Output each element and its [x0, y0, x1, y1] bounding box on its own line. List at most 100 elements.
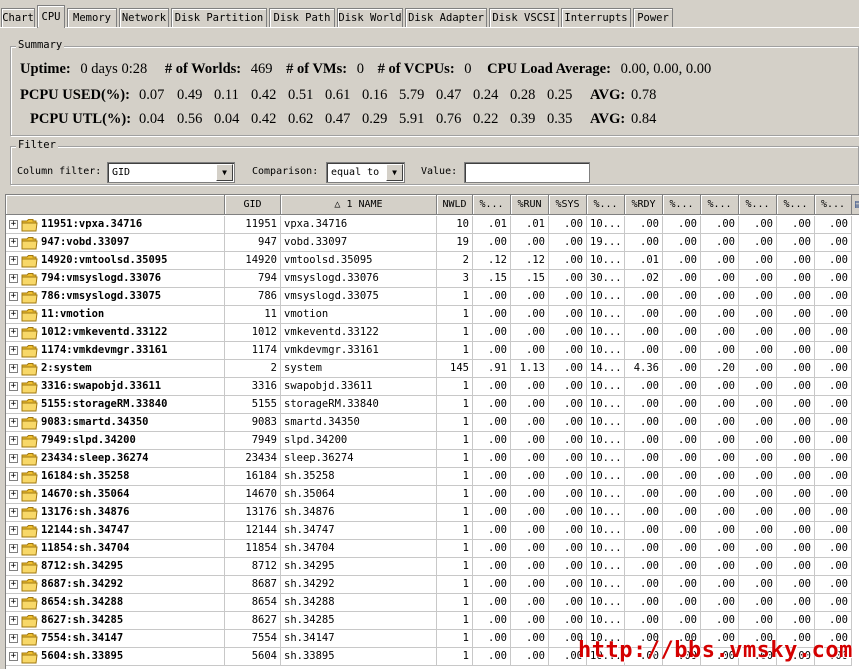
group-tree-cell[interactable]: +947:vobd.33097	[6, 234, 225, 252]
group-tree-cell[interactable]: +11951:vpxa.34716	[6, 216, 225, 234]
plus-expander-icon[interactable]: +	[9, 472, 18, 481]
plus-expander-icon[interactable]: +	[9, 238, 18, 247]
plus-expander-icon[interactable]: +	[9, 436, 18, 445]
plus-expander-icon[interactable]: +	[9, 526, 18, 535]
plus-expander-icon[interactable]: +	[9, 364, 18, 373]
table-row[interactable]: +11854:sh.34704 11854 sh.34704 1.00.00.00 10…	[6, 540, 859, 558]
group-tree-cell[interactable]: +5155:storageRM.33840	[6, 396, 225, 414]
table-row[interactable]: +12144:sh.34747 12144 sh.34747 1.00.00.00 10…	[6, 522, 859, 540]
column-header-1[interactable]: GID	[225, 195, 281, 215]
table-row[interactable]: +786:vmsyslogd.33075 786 vmsyslogd.33075 1.…	[6, 288, 859, 306]
table-row[interactable]: +2:system 2 system 145.91 1.13.00 14... 4.36.0…	[6, 360, 859, 378]
group-tree-cell[interactable]: +8654:sh.34288	[6, 594, 225, 612]
table-row[interactable]: +14670:sh.35064 14670 sh.35064 1.00.00.00 10…	[6, 486, 859, 504]
column-header-13[interactable]: %...	[815, 195, 852, 215]
tab-disk-path[interactable]: Disk Path	[269, 8, 335, 28]
group-tree-cell[interactable]: +11:vmotion	[6, 306, 225, 324]
tab-network[interactable]: Network	[119, 8, 169, 28]
group-tree-cell[interactable]: +2:system	[6, 360, 225, 378]
column-header-9[interactable]: %...	[663, 195, 701, 215]
group-tree-cell[interactable]: +23434:sleep.36274	[6, 450, 225, 468]
plus-expander-icon[interactable]: +	[9, 328, 18, 337]
tab-disk-partition[interactable]: Disk Partition	[171, 8, 267, 28]
group-tree-cell[interactable]: +13176:sh.34876	[6, 504, 225, 522]
plus-expander-icon[interactable]: +	[9, 274, 18, 283]
group-tree-cell[interactable]: +8687:sh.34292	[6, 576, 225, 594]
group-tree-cell[interactable]: +786:vmsyslogd.33075	[6, 288, 225, 306]
table-row[interactable]: +13176:sh.34876 13176 sh.34876 1.00.00.00 10…	[6, 504, 859, 522]
table-row[interactable]: +3316:swapobjd.33611 3316 swapobjd.33611 1.…	[6, 378, 859, 396]
plus-expander-icon[interactable]: +	[9, 454, 18, 463]
plus-expander-icon[interactable]: +	[9, 400, 18, 409]
value-input[interactable]	[464, 162, 590, 183]
tab-chart[interactable]: Chart	[1, 8, 35, 28]
table-row[interactable]: +794:vmsyslogd.33076 794 vmsyslogd.33076 3.…	[6, 270, 859, 288]
group-tree-cell[interactable]: +1174:vmkdevmgr.33161	[6, 342, 225, 360]
table-row[interactable]: +8687:sh.34292 8687 sh.34292 1.00.00.00 10..…	[6, 576, 859, 594]
plus-expander-icon[interactable]: +	[9, 382, 18, 391]
group-tree-cell[interactable]: +1012:vmkeventd.33122	[6, 324, 225, 342]
plus-expander-icon[interactable]: +	[9, 490, 18, 499]
group-tree-cell[interactable]: +14670:sh.35064	[6, 486, 225, 504]
plus-expander-icon[interactable]: +	[9, 508, 18, 517]
group-tree-cell[interactable]: +16184:sh.35258	[6, 468, 225, 486]
table-row[interactable]: +11:vmotion 11 vmotion 1.00.00.00 10... .00.0…	[6, 306, 859, 324]
tab-disk-vscsi[interactable]: Disk VSCSI	[489, 8, 559, 28]
group-tree-cell[interactable]: +8627:sh.34285	[6, 612, 225, 630]
column-header-4[interactable]: %...	[473, 195, 511, 215]
tab-interrupts[interactable]: Interrupts	[561, 8, 631, 28]
column-filter-select[interactable]: GID ▼	[107, 162, 235, 183]
chevron-down-icon[interactable]: ▼	[216, 164, 233, 181]
table-row[interactable]: +947:vobd.33097 947 vobd.33097 19.00.00.00 1…	[6, 234, 859, 252]
table-row[interactable]: +9083:smartd.34350 9083 smartd.34350 1.00.0…	[6, 414, 859, 432]
tab-disk-world[interactable]: Disk World	[337, 8, 403, 28]
plus-expander-icon[interactable]: +	[9, 544, 18, 553]
group-tree-cell[interactable]: +12144:sh.34747	[6, 522, 225, 540]
table-row[interactable]: +23434:sleep.36274 23434 sleep.36274 1.00.0…	[6, 450, 859, 468]
group-tree-cell[interactable]: +7554:sh.34147	[6, 630, 225, 648]
table-row[interactable]: +16184:sh.35258 16184 sh.35258 1.00.00.00 10…	[6, 468, 859, 486]
table-row[interactable]: +1012:vmkeventd.33122 1012 vmkeventd.33122…	[6, 324, 859, 342]
column-picker-icon[interactable]: ▤	[852, 195, 859, 215]
column-header-5[interactable]: %RUN	[511, 195, 549, 215]
column-header-11[interactable]: %...	[739, 195, 777, 215]
column-header-3[interactable]: NWLD	[437, 195, 473, 215]
table-row[interactable]: +14920:vmtoolsd.35095 14920 vmtoolsd.35095…	[6, 252, 859, 270]
table-row[interactable]: +8627:sh.34285 8627 sh.34285 1.00.00.00 10..…	[6, 612, 859, 630]
column-header-8[interactable]: %RDY	[625, 195, 663, 215]
tab-disk-adapter[interactable]: Disk Adapter	[405, 8, 487, 28]
plus-expander-icon[interactable]: +	[9, 220, 18, 229]
group-tree-cell[interactable]: +8712:sh.34295	[6, 558, 225, 576]
plus-expander-icon[interactable]: +	[9, 562, 18, 571]
plus-expander-icon[interactable]: +	[9, 292, 18, 301]
group-tree-cell[interactable]: +5604:sh.33895	[6, 648, 225, 666]
plus-expander-icon[interactable]: +	[9, 418, 18, 427]
column-header-2[interactable]: △ 1 NAME	[281, 195, 437, 215]
column-header-12[interactable]: %...	[777, 195, 815, 215]
tab-memory[interactable]: Memory	[67, 8, 117, 28]
comparison-select[interactable]: equal to ▼	[326, 162, 405, 183]
group-tree-cell[interactable]: +3316:swapobjd.33611	[6, 378, 225, 396]
group-tree-cell[interactable]: +14920:vmtoolsd.35095	[6, 252, 225, 270]
group-tree-cell[interactable]: +7949:slpd.34200	[6, 432, 225, 450]
plus-expander-icon[interactable]: +	[9, 256, 18, 265]
table-row[interactable]: +7949:slpd.34200 7949 slpd.34200 1.00.00.00…	[6, 432, 859, 450]
table-row[interactable]: +11951:vpxa.34716 11951 vpxa.34716 10.01.01…	[6, 216, 859, 234]
table-row[interactable]: +8712:sh.34295 8712 sh.34295 1.00.00.00 10..…	[6, 558, 859, 576]
table-row[interactable]: +8654:sh.34288 8654 sh.34288 1.00.00.00 10..…	[6, 594, 859, 612]
plus-expander-icon[interactable]: +	[9, 598, 18, 607]
group-tree-cell[interactable]: +9083:smartd.34350	[6, 414, 225, 432]
tab-power[interactable]: Power	[633, 8, 673, 28]
group-tree-cell[interactable]: +794:vmsyslogd.33076	[6, 270, 225, 288]
chevron-down-icon[interactable]: ▼	[386, 164, 403, 181]
group-tree-cell[interactable]: +11854:sh.34704	[6, 540, 225, 558]
column-header-6[interactable]: %SYS	[549, 195, 587, 215]
column-header-10[interactable]: %...	[701, 195, 739, 215]
table-row[interactable]: +1174:vmkdevmgr.33161 1174 vmkdevmgr.33161…	[6, 342, 859, 360]
plus-expander-icon[interactable]: +	[9, 634, 18, 643]
plus-expander-icon[interactable]: +	[9, 580, 18, 589]
plus-expander-icon[interactable]: +	[9, 616, 18, 625]
column-header-0[interactable]	[6, 195, 225, 215]
column-header-7[interactable]: %...	[587, 195, 625, 215]
plus-expander-icon[interactable]: +	[9, 310, 18, 319]
